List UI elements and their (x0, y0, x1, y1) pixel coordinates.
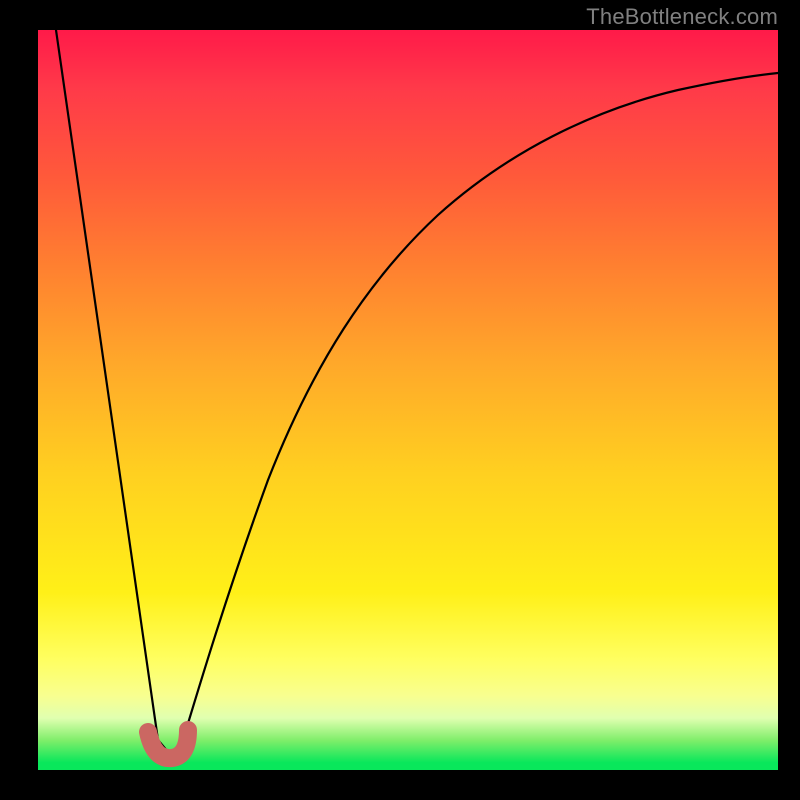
optimal-marker (148, 730, 188, 758)
watermark-text: TheBottleneck.com (586, 4, 778, 30)
plot-area (38, 30, 778, 770)
curve-layer (38, 30, 778, 770)
bottleneck-curve (56, 30, 778, 752)
chart-frame: TheBottleneck.com (0, 0, 800, 800)
